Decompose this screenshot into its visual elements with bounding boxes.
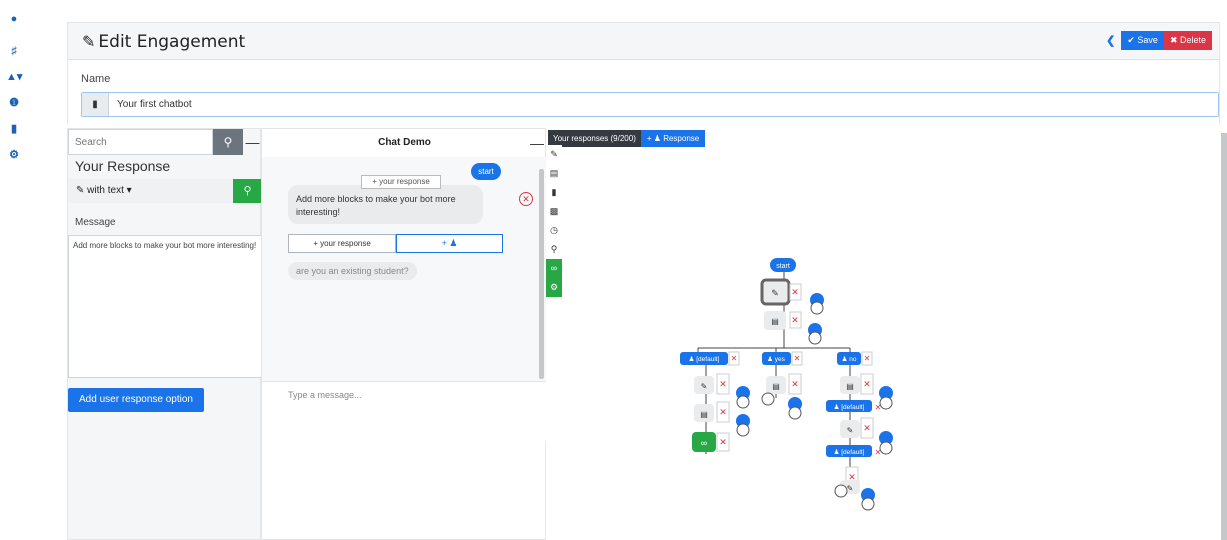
edit-icon: ✎ [82,32,96,51]
name-input[interactable] [109,93,1218,116]
save-label: Save [1137,35,1158,45]
svg-text:✎: ✎ [771,288,779,298]
close-icon[interactable]: ✕ [519,192,533,206]
name-input-group: ▮ [81,92,1219,117]
chat-scrollbar[interactable] [539,169,544,379]
tree-default-column[interactable]: ✎ ✕ ▤ ✕ ∞ ✕ [692,373,750,452]
collapse-button[interactable]: — [243,129,262,155]
svg-text:✕: ✕ [864,354,871,363]
svg-text:▤: ▤ [700,410,708,419]
chat-messages: start Add more blocks to make your bot m… [262,157,547,382]
tree-start-label: start [776,263,790,270]
svg-text:✕: ✕ [791,379,799,389]
response-type-row: ✎ with text ▾ ⚲ [68,179,262,203]
info-icon[interactable]: ❶ [6,96,22,110]
header-actions: ❮ ✔ Save ✖ Delete [1106,31,1212,50]
page-header: ✎ Edit Engagement ❮ ✔ Save ✖ Delete [67,22,1220,60]
file-icon: ▮ [82,93,109,116]
svg-text:▤: ▤ [772,382,780,391]
svg-text:✕: ✕ [719,407,727,417]
tree-card-node[interactable]: ▤ ✕ [764,311,822,345]
chevron-left-icon[interactable]: ❮ [1106,34,1115,47]
svg-text:✕: ✕ [791,315,799,325]
response-editor-panel: ⚲ — Your Response ✎ with text ▾ ⚲ Messag… [67,128,262,540]
user-icon: ♟ [449,238,458,248]
search-row: ⚲ — [68,129,262,155]
svg-text:✕: ✕ [794,354,801,363]
svg-text:♟ yes: ♟ yes [767,355,786,363]
chat-input-area: Type a message... [262,381,547,441]
svg-text:✕: ✕ [863,379,871,389]
name-label: Name [81,73,111,85]
svg-text:♟ no: ♟ no [842,355,857,363]
app-sidebar: ● ♯ ▲▾ ❶ ▮ ⚙ [0,0,28,540]
cogs-icon[interactable]: ⚙ [6,148,22,162]
flow-tree: start ✎ ✕ ▤ ✕ ♟ [default] ✕ ♟ yes ✕ ♟ no… [680,258,893,511]
ghost-response-button[interactable]: + your response [361,175,441,189]
delete-label: Delete [1179,35,1206,45]
svg-text:✕: ✕ [731,354,738,363]
canvas-scrollbar[interactable] [1221,133,1227,540]
search-input[interactable] [68,129,213,155]
delete-button[interactable]: ✖ Delete [1163,31,1212,50]
name-section: Name ▮ [67,60,1220,125]
tree-branch-yes[interactable]: ♟ yes ✕ [762,351,803,366]
tree-branch-no[interactable]: ♟ no ✕ [837,351,873,366]
sitemap-icon[interactable]: ♯ [6,44,22,58]
tree-yes-column[interactable]: ▤ ✕ [761,373,802,420]
svg-text:♟ [default]: ♟ [default] [834,448,865,456]
page-title: ✎ Edit Engagement [82,32,245,52]
chat-collapse-button[interactable]: — [530,135,544,151]
tree-start-node[interactable]: start [770,258,796,272]
sub-default-1-label: [default] [841,404,864,411]
branch-no-label: no [849,356,857,363]
file-icon[interactable]: ▮ [6,122,22,136]
svg-text:✕: ✕ [791,287,799,297]
add-user-button[interactable]: + ♟ [396,234,503,253]
user-message-bubble: start [471,163,501,180]
dashboard-icon[interactable]: ● [6,12,22,26]
tree-text-node-selected[interactable]: ✎ ✕ [760,278,824,315]
add-user-response-option-button[interactable]: Add user response option [68,388,204,412]
tree-no-column[interactable]: ▤ ✕ ♟ [default] ✕ ✎ ✕ ♟ [default] ✕ ✕ ✎ [826,373,893,511]
binoculars-icon[interactable]: ▲▾ [6,70,22,84]
chat-message-input[interactable]: Type a message... [288,390,362,400]
search-button[interactable]: ⚲ [213,129,243,155]
branch-yes-label: yes [775,356,786,363]
pin-button[interactable]: ⚲ [233,179,262,203]
svg-text:∞: ∞ [701,438,707,448]
panel-heading: Your Response [75,158,171,174]
svg-text:✎: ✎ [847,484,854,493]
bot-message-bubble: Add more blocks to make your bot more in… [288,185,483,224]
chat-title: Chat Demo [378,137,431,148]
ghost-response-label: your response [379,177,430,186]
svg-text:▤: ▤ [771,317,779,326]
sub-default-2-label: [default] [841,449,864,456]
bot-question-bubble: are you an existing student? [288,262,417,280]
tree-branch-default[interactable]: ♟ [default] ✕ [680,351,740,366]
svg-text:✕: ✕ [863,423,871,433]
chat-demo-panel: Chat Demo — start Add more blocks to mak… [261,128,547,540]
svg-text:✎: ✎ [701,382,708,391]
search-icon: ⚲ [223,135,233,149]
svg-text:✎: ✎ [847,426,854,435]
svg-text:✕: ✕ [719,437,727,447]
svg-text:♟ [default]: ♟ [default] [834,403,865,411]
message-label: Message [75,217,116,228]
response-type-dropdown[interactable]: ✎ with text ▾ [76,185,132,196]
page-title-text: Edit Engagement [98,32,246,52]
map-marker-icon: ⚲ [243,185,252,197]
message-textarea[interactable]: Add more blocks to make your bot more in… [68,235,262,378]
svg-text:▤: ▤ [846,382,854,391]
response-options-row: + your response + ♟ [288,234,503,253]
your-response-button[interactable]: + your response [288,234,396,253]
your-response-label: your response [320,239,371,248]
svg-text:✕: ✕ [719,379,727,389]
save-button[interactable]: ✔ Save [1121,31,1164,50]
flow-canvas: Your responses (9/200) + ♟ Response ✎ ▤ … [546,128,1227,540]
response-type-label: with text [87,185,124,196]
svg-text:♟ [default]: ♟ [default] [689,355,720,363]
branch-default-label: [default] [696,356,719,363]
